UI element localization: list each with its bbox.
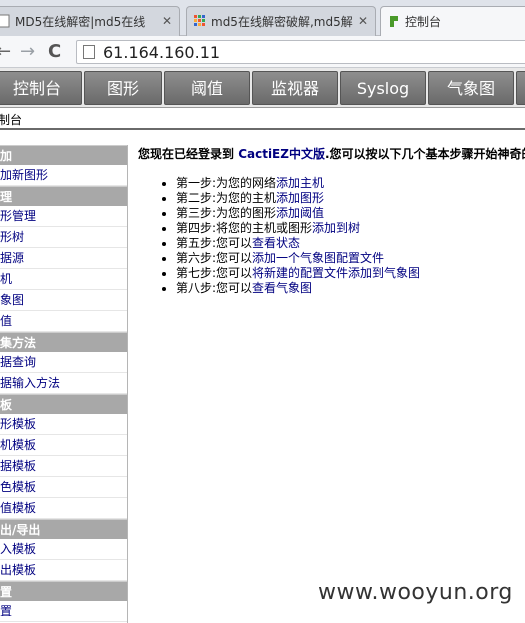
list-item: 第八步:您可以查看气象图 [176, 281, 525, 296]
list-item: 第五步:您可以查看状态 [176, 236, 525, 251]
step-link-add-config-to-weathermap[interactable]: 将新建的配置文件添加到气象图 [252, 266, 420, 280]
sidebar-item-graph-management[interactable]: 图形管理 [0, 206, 127, 227]
cacti-nav-bar: 控制台 图形 阈值 监视器 Syslog 气象图 [0, 68, 525, 108]
cacti-favicon-icon [387, 14, 401, 28]
browser-tab-strip: MD5在线解密|md5在线 ✕ md5在线解密破解,md5解 ✕ 控制台 [0, 0, 525, 36]
forward-arrow-icon[interactable]: → [20, 42, 35, 62]
step-link-add-threshold[interactable]: 添加阈值 [276, 206, 324, 220]
list-item: 第二步:为您的主机添加图形 [176, 191, 525, 206]
sidebar-item-graph-templates[interactable]: 图形模板 [0, 414, 127, 435]
sidebar-header-collection-methods: 采集方法 [0, 332, 127, 352]
sidebar-item-data-templates[interactable]: 数据模板 [0, 456, 127, 477]
sidebar-item-thresholds[interactable]: 阈值 [0, 311, 127, 332]
brand-name: CactiEZ中文版 [238, 147, 325, 161]
sidebar-header-templates: 模板 [0, 394, 127, 414]
sidebar-header-add: 添加 [0, 145, 127, 165]
sidebar-item-data-sources[interactable]: 数据源 [0, 248, 127, 269]
sidebar: 添加 添加新图形 管理 图形管理 图形树 数据源 主机 气象图 阈值 采集方法 … [0, 145, 128, 623]
list-item: 第四步:将您的主机或图形添加到树 [176, 221, 525, 236]
tab-console[interactable]: 控制台 [0, 71, 82, 105]
tab-title: 控制台 [405, 15, 442, 29]
step-link-add-device[interactable]: 添加主机 [276, 176, 324, 190]
sidebar-header-import-export: 导出/导出 [0, 519, 127, 539]
page-icon [83, 45, 95, 59]
main-content: 您现在已经登录到 CactiEZ中文版.您可以按以下几个基本步骤开始神奇的 第一… [138, 146, 525, 296]
steps-list: 第一步:为您的网络添加主机 第二步:为您的主机添加图形 第三步:为您的图形添加阈… [176, 176, 525, 296]
tab-monitor[interactable]: 监视器 [252, 71, 338, 105]
close-icon[interactable]: ✕ [162, 14, 172, 28]
step-link-add-weathermap-config[interactable]: 添加一个气象图配置文件 [252, 251, 384, 265]
breadcrumb: 制台 [0, 108, 525, 130]
sidebar-item-export-templates[interactable]: 导出模板 [0, 560, 127, 581]
sidebar-item-color-templates[interactable]: 颜色模板 [0, 477, 127, 498]
step-link-view-weathermap[interactable]: 查看气象图 [252, 281, 312, 295]
sidebar-item-data-input-methods[interactable]: 数据输入方法 [0, 373, 127, 394]
browser-tab-md5-crack[interactable]: md5在线解密破解,md5解 ✕ [186, 6, 376, 36]
tab-weathermap[interactable]: 气象图 [428, 71, 514, 105]
step-link-add-graph[interactable]: 添加图形 [276, 191, 324, 205]
sidebar-item-graph-trees[interactable]: 图形树 [0, 227, 127, 248]
breadcrumb-text: 制台 [0, 113, 23, 127]
back-arrow-icon[interactable]: ← [0, 42, 11, 62]
list-item: 第七步:您可以将新建的配置文件添加到气象图 [176, 266, 525, 281]
reload-icon[interactable]: C [48, 42, 61, 62]
sidebar-header-management: 管理 [0, 186, 127, 206]
tab-syslog[interactable]: Syslog [340, 71, 426, 105]
sidebar-header-configuration: 设置 [0, 581, 127, 601]
welcome-text: 您现在已经登录到 CactiEZ中文版.您可以按以下几个基本步骤开始神奇的 [138, 147, 525, 161]
browser-toolbar: ← → C 61.164.160.11 [0, 36, 525, 68]
tab-title: MD5在线解密|md5在线 [15, 15, 146, 29]
list-item: 第六步:您可以添加一个气象图配置文件 [176, 251, 525, 266]
browser-tab-md5[interactable]: MD5在线解密|md5在线 ✕ [0, 6, 180, 36]
step-link-add-to-tree[interactable]: 添加到树 [312, 221, 360, 235]
sidebar-item-settings[interactable]: 设置 [0, 601, 127, 622]
watermark: www.wooyun.org [318, 580, 513, 605]
sidebar-item-host-templates[interactable]: 主机模板 [0, 435, 127, 456]
step-link-view-status[interactable]: 查看状态 [252, 236, 300, 250]
tab-overflow[interactable] [516, 71, 525, 105]
sidebar-item-new-graphs[interactable]: 添加新图形 [0, 165, 127, 186]
address-bar[interactable]: 61.164.160.11 [76, 40, 525, 64]
tab-graphs[interactable]: 图形 [84, 71, 162, 105]
sidebar-item-import-templates[interactable]: 导入模板 [0, 539, 127, 560]
page-icon [0, 14, 11, 28]
browser-tab-console[interactable]: 控制台 [380, 6, 525, 36]
grid-favicon-icon [193, 14, 207, 28]
sidebar-item-data-queries[interactable]: 数据查询 [0, 352, 127, 373]
list-item: 第一步:为您的网络添加主机 [176, 176, 525, 191]
sidebar-item-weathermap[interactable]: 气象图 [0, 290, 127, 311]
list-item: 第三步:为您的图形添加阈值 [176, 206, 525, 221]
tab-title: md5在线解密破解,md5解 [211, 15, 353, 29]
tab-thresholds[interactable]: 阈值 [164, 71, 250, 105]
sidebar-item-devices[interactable]: 主机 [0, 269, 127, 290]
sidebar-item-threshold-templates[interactable]: 阈值模板 [0, 498, 127, 519]
url-text: 61.164.160.11 [103, 43, 221, 62]
close-icon[interactable]: ✕ [358, 14, 368, 28]
